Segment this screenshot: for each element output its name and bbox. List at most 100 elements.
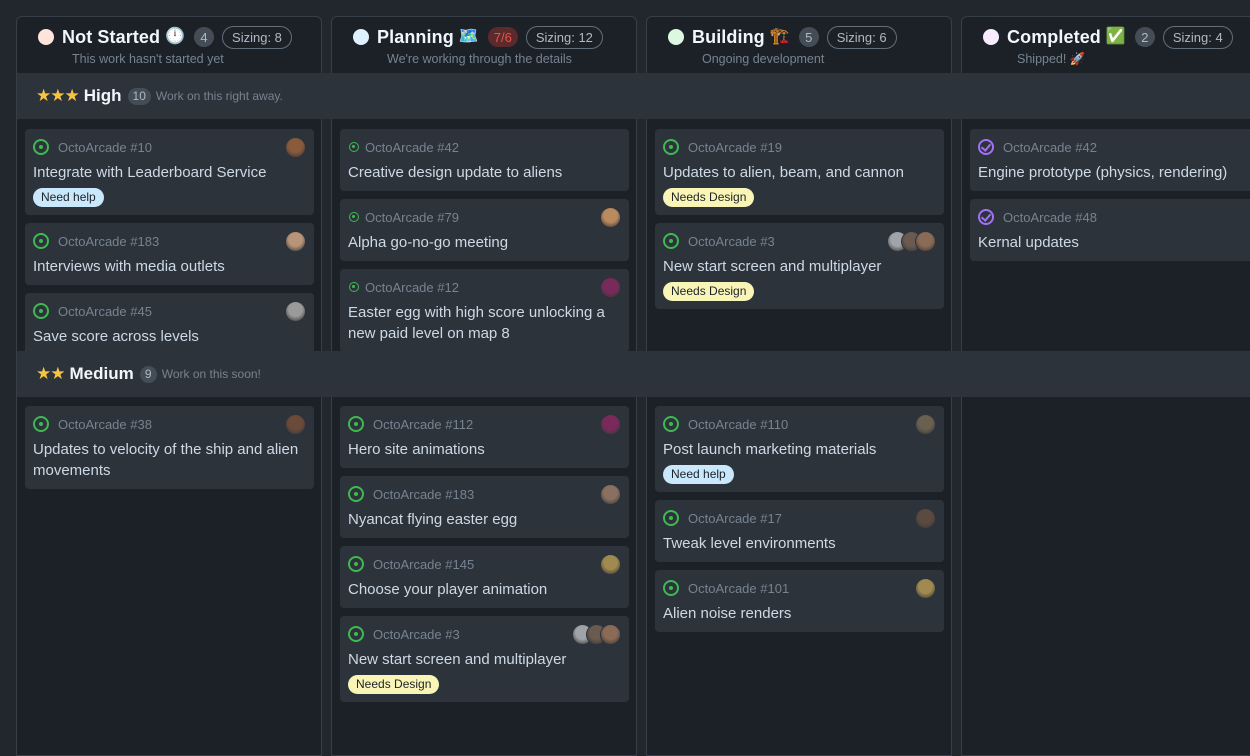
card-meta: OctoArcade #183 (33, 230, 306, 252)
issue-card[interactable]: OctoArcade #110 Post launch marketing mat… (655, 406, 944, 492)
issue-title[interactable]: Choose your player animation (348, 579, 621, 600)
issue-title[interactable]: New start screen and multiplayer (663, 256, 936, 277)
issue-reference[interactable]: OctoArcade #145 (373, 557, 474, 572)
issue-title[interactable]: Save score across levels (33, 326, 306, 347)
assignees[interactable] (600, 276, 621, 298)
column-description: Shipped! 🚀 (1017, 52, 1086, 66)
issue-reference[interactable]: OctoArcade #42 (365, 140, 459, 155)
issue-reference[interactable]: OctoArcade #3 (373, 627, 460, 642)
issue-reference[interactable]: OctoArcade #12 (365, 280, 459, 295)
issue-reference[interactable]: OctoArcade #45 (58, 304, 152, 319)
issue-reference[interactable]: OctoArcade #19 (688, 140, 782, 155)
avatar[interactable] (285, 230, 306, 252)
issue-card[interactable]: OctoArcade #38 Updates to velocity of the… (25, 406, 314, 489)
issue-card[interactable]: OctoArcade #19 Updates to alien, beam, an… (655, 129, 944, 215)
avatar[interactable] (600, 483, 621, 505)
issue-title[interactable]: Engine prototype (physics, rendering) (978, 162, 1250, 183)
column-header[interactable]: Building 🏗️ 5 Sizing: 6 Ongoing developm… (650, 17, 897, 73)
issue-card[interactable]: OctoArcade #42 Engine prototype (physics,… (970, 129, 1250, 191)
avatar[interactable] (600, 553, 621, 575)
issue-reference[interactable]: OctoArcade #183 (58, 234, 159, 249)
avatar[interactable] (600, 206, 621, 228)
issue-card[interactable]: OctoArcade #3 New start screen and multip… (340, 616, 629, 702)
issue-card[interactable]: OctoArcade #48 Kernal updates (970, 199, 1250, 261)
assignees[interactable] (915, 507, 936, 529)
item-count-badge: 4 (194, 27, 215, 47)
issue-title[interactable]: Easter egg with high score unlocking a n… (348, 302, 621, 344)
issue-card[interactable]: OctoArcade #10 Integrate with Leaderboard… (25, 129, 314, 215)
issue-reference[interactable]: OctoArcade #17 (688, 511, 782, 526)
column-header[interactable]: Planning 🗺️ 7/6 Sizing: 12 We're working… (335, 17, 603, 73)
assignees[interactable] (600, 553, 621, 575)
label-badge[interactable]: Needs Design (663, 282, 755, 301)
issue-title[interactable]: Tweak level environments (663, 533, 936, 554)
avatar[interactable] (915, 413, 936, 435)
label-badge[interactable]: Need help (33, 188, 104, 207)
assignees[interactable] (915, 413, 936, 435)
issue-title[interactable]: Alien noise renders (663, 603, 936, 624)
issue-reference[interactable]: OctoArcade #10 (58, 140, 152, 155)
issue-title[interactable]: Post launch marketing materials (663, 439, 936, 460)
issue-card[interactable]: OctoArcade #183 Interviews with media out… (25, 223, 314, 285)
issue-title[interactable]: Creative design update to aliens (348, 162, 621, 183)
avatar[interactable] (915, 577, 936, 599)
assignees[interactable] (600, 413, 621, 435)
card-meta: OctoArcade #10 (33, 136, 306, 158)
avatar[interactable] (285, 300, 306, 322)
group-header-medium[interactable]: ★★ Medium 9 Work on this soon! (17, 351, 1250, 397)
issue-card[interactable]: OctoArcade #112 Hero site animations (340, 406, 629, 468)
item-count-badge: 7/6 (487, 27, 518, 47)
group-header-high[interactable]: ★★★ High 10 Work on this right away. (17, 73, 1250, 119)
assignees[interactable] (600, 483, 621, 505)
avatar[interactable] (600, 413, 621, 435)
column-header[interactable]: Completed ✅ 2 Sizing: 4 Shipped! 🚀 (965, 17, 1233, 73)
avatar[interactable] (285, 136, 306, 158)
issue-title[interactable]: Integrate with Leaderboard Service (33, 162, 306, 183)
issue-reference[interactable]: OctoArcade #101 (688, 581, 789, 596)
issue-card[interactable]: OctoArcade #3 New start screen and multip… (655, 223, 944, 309)
issue-title[interactable]: Kernal updates (978, 232, 1250, 253)
label-badge[interactable]: Need help (663, 465, 734, 484)
issue-title[interactable]: Updates to alien, beam, and cannon (663, 162, 936, 183)
issue-card[interactable]: OctoArcade #145 Choose your player animat… (340, 546, 629, 608)
issue-card[interactable]: OctoArcade #45 Save score across levels (25, 293, 314, 355)
avatar[interactable] (915, 230, 936, 252)
issue-reference[interactable]: OctoArcade #112 (373, 417, 473, 432)
issue-reference[interactable]: OctoArcade #110 (688, 417, 788, 432)
issue-reference[interactable]: OctoArcade #3 (688, 234, 775, 249)
avatar[interactable] (915, 507, 936, 529)
issue-reference[interactable]: OctoArcade #79 (365, 210, 459, 225)
issue-title[interactable]: Updates to velocity of the ship and alie… (33, 439, 306, 481)
issue-title[interactable]: Interviews with media outlets (33, 256, 306, 277)
issue-title[interactable]: New start screen and multiplayer (348, 649, 621, 670)
label-badge[interactable]: Needs Design (663, 188, 755, 207)
assignees[interactable] (572, 623, 621, 645)
issue-reference[interactable]: OctoArcade #183 (373, 487, 474, 502)
assignees[interactable] (285, 413, 306, 435)
label-badge[interactable]: Needs Design (348, 675, 440, 694)
issue-reference[interactable]: OctoArcade #38 (58, 417, 152, 432)
issue-card[interactable]: OctoArcade #42 Creative design update to … (340, 129, 629, 191)
issue-card[interactable]: OctoArcade #101 Alien noise renders (655, 570, 944, 632)
issue-title[interactable]: Hero site animations (348, 439, 621, 460)
issue-reference[interactable]: OctoArcade #48 (1003, 210, 1097, 225)
assignees[interactable] (600, 206, 621, 228)
issue-card[interactable]: OctoArcade #79 Alpha go-no-go meeting (340, 199, 629, 261)
issue-title[interactable]: Alpha go-no-go meeting (348, 232, 621, 253)
assignees[interactable] (915, 577, 936, 599)
issue-reference[interactable]: OctoArcade #42 (1003, 140, 1097, 155)
issue-card[interactable]: OctoArcade #183 Nyancat flying easter egg (340, 476, 629, 538)
assignees[interactable] (285, 300, 306, 322)
assignees[interactable] (285, 136, 306, 158)
avatar[interactable] (600, 276, 621, 298)
assignees[interactable] (285, 230, 306, 252)
assignees[interactable] (887, 230, 936, 252)
column-title: Not Started (62, 26, 161, 47)
avatar[interactable] (600, 623, 621, 645)
issue-title[interactable]: Nyancat flying easter egg (348, 509, 621, 530)
issue-card[interactable]: OctoArcade #17 Tweak level environments (655, 500, 944, 562)
card-meta: OctoArcade #45 (33, 300, 306, 322)
column-header[interactable]: Not Started 🕛 4 Sizing: 8 This work hasn… (20, 17, 292, 73)
avatar[interactable] (285, 413, 306, 435)
issue-card[interactable]: OctoArcade #12 Easter egg with high score… (340, 269, 629, 352)
